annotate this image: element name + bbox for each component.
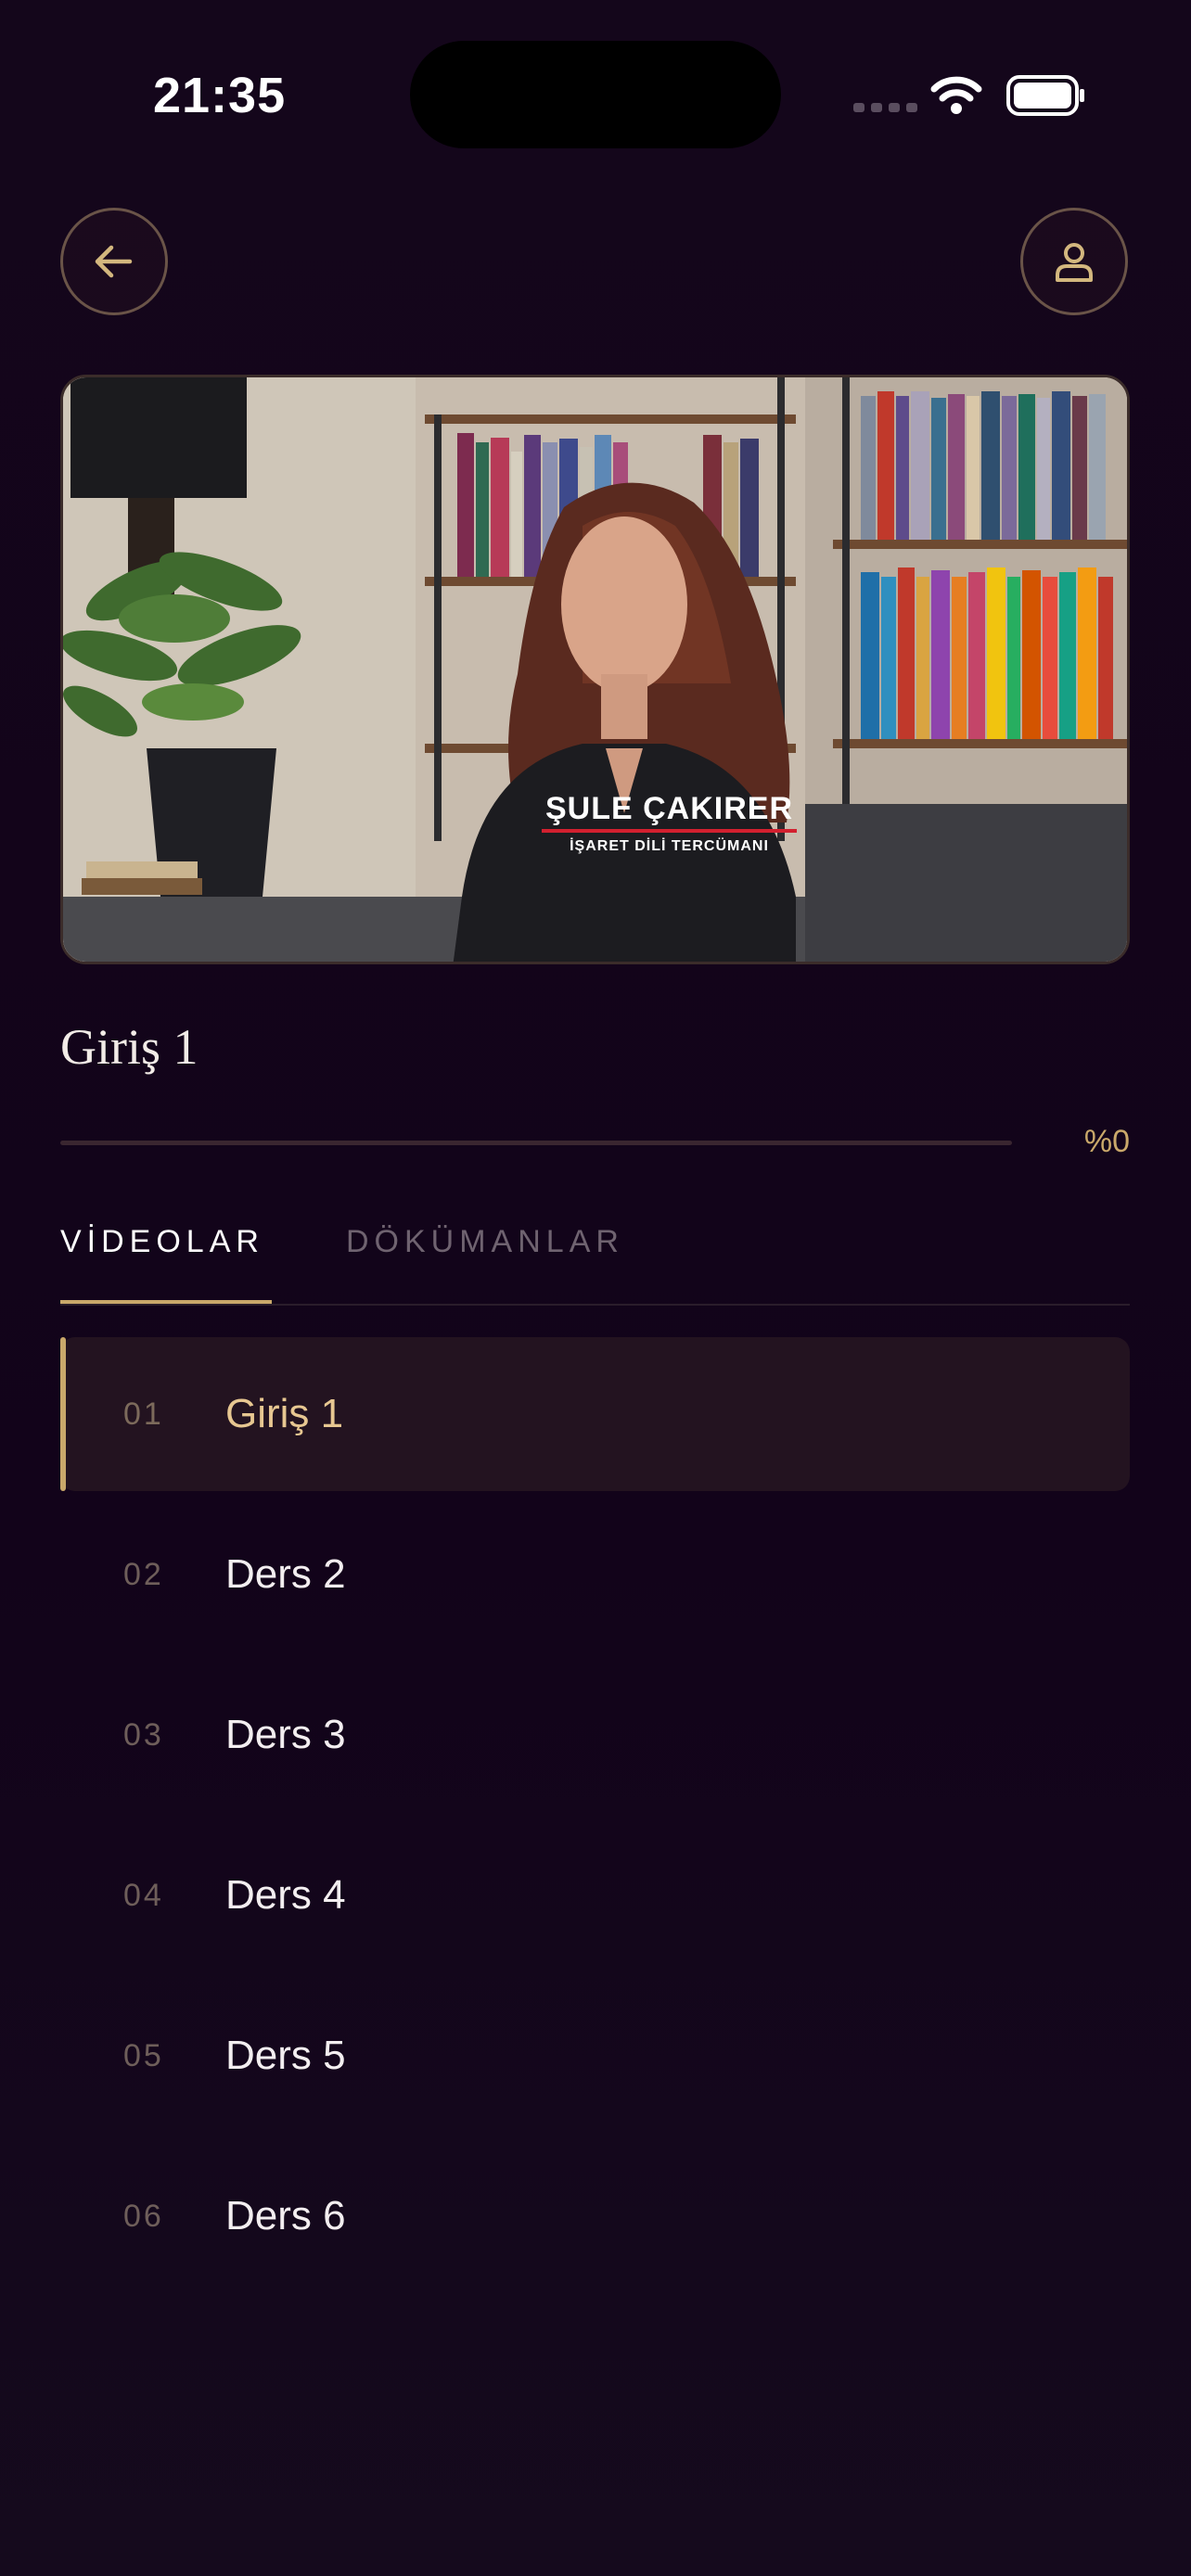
lesson-number: 03 — [123, 1716, 164, 1753]
lesson-name: Ders 4 — [225, 1872, 346, 1918]
cellular-signal-icon — [853, 103, 917, 112]
lesson-list: 01 Giriş 1 02 Ders 2 03 Ders 3 04 Ders 4… — [60, 1337, 1130, 2300]
lesson-name: Giriş 1 — [225, 1391, 344, 1436]
lesson-number: 05 — [123, 2037, 164, 2073]
lesson-name: Ders 3 — [225, 1712, 346, 1757]
battery-icon — [1006, 74, 1086, 121]
lesson-number: 02 — [123, 1556, 164, 1592]
user-icon — [1056, 243, 1093, 282]
wifi-icon — [930, 74, 982, 120]
lesson-number: 01 — [123, 1396, 164, 1432]
lesson-item-01[interactable]: 01 Giriş 1 — [60, 1337, 1130, 1491]
caption-name: ŞULE ÇAKIRER — [541, 791, 798, 833]
tabs-divider — [60, 1304, 1130, 1306]
caption-role: İŞARET DİLİ TERCÜMANI — [570, 838, 769, 854]
profile-button[interactable] — [1020, 208, 1128, 315]
video-caption: ŞULE ÇAKIRER İŞARET DİLİ TERCÜMANI — [137, 791, 1127, 855]
dynamic-island — [410, 41, 781, 148]
lesson-number: 06 — [123, 2198, 164, 2234]
tab-videos[interactable]: VİDEOLAR — [60, 1224, 264, 1297]
lesson-number: 04 — [123, 1877, 164, 1913]
lesson-item-02[interactable]: 02 Ders 2 — [60, 1498, 1130, 1651]
lesson-title: Giriş 1 — [60, 1019, 198, 1075]
video-frame — [63, 377, 1127, 962]
arrow-left-icon — [95, 245, 133, 278]
lesson-item-06[interactable]: 06 Ders 6 — [60, 2139, 1130, 2293]
lesson-name: Ders 2 — [225, 1551, 346, 1597]
progress-label: %0 — [1083, 1124, 1130, 1159]
lesson-item-04[interactable]: 04 Ders 4 — [60, 1818, 1130, 1972]
back-button[interactable] — [60, 208, 168, 315]
progress-bar — [60, 1141, 1012, 1145]
lesson-item-03[interactable]: 03 Ders 3 — [60, 1658, 1130, 1812]
lesson-item-05[interactable]: 05 Ders 5 — [60, 1979, 1130, 2133]
lesson-screen: 21:35 ŞULE ÇAKIRER İŞARET DİLİ TERCÜMANI… — [0, 0, 1191, 2576]
tab-documents[interactable]: DÖKÜMANLAR — [346, 1224, 624, 1297]
lesson-name: Ders 5 — [225, 2033, 346, 2078]
status-time: 21:35 — [153, 68, 287, 123]
video-player[interactable]: ŞULE ÇAKIRER İŞARET DİLİ TERCÜMANI — [60, 375, 1130, 964]
lesson-name: Ders 6 — [225, 2193, 346, 2238]
